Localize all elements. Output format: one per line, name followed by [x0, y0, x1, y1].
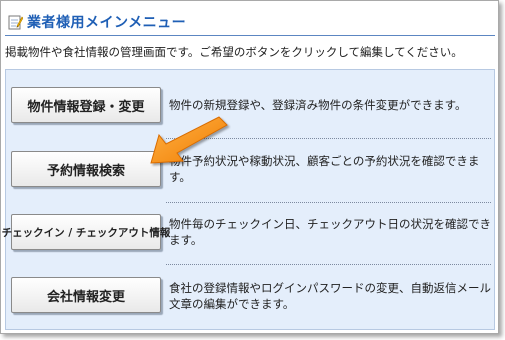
company-info-description-line1: 食社の登録情報やログインパスワードの変更、自動返信メール — [169, 281, 491, 295]
notepad-pencil-icon — [8, 14, 24, 30]
page-title: 業者様用メインメニュー — [27, 15, 187, 31]
checkin-checkout-button[interactable]: チェックイン / チェックアウト情報 — [2, 214, 170, 250]
company-info-button[interactable]: 会社情報変更 — [11, 277, 161, 313]
menu-panel: 物件情報登録・変更 物件の新規登録や、登録済み物件の条件変更ができます。 予約情… — [2, 69, 495, 330]
company-info-description-line2: 文章の編集ができます。 — [169, 297, 295, 311]
menu-row-company: 会社情報変更 食社の登録情報やログインパスワードの変更、自動返信メール 文章の編… — [11, 277, 491, 317]
menu-row-property: 物件情報登録・変更 物件の新規登録や、登録済み物件の条件変更ができます。 — [11, 87, 491, 127]
property-register-button[interactable]: 物件情報登録・変更 — [11, 87, 161, 123]
company-info-description: 食社の登録情報やログインパスワードの変更、自動返信メール 文章の編集ができます。 — [169, 277, 499, 316]
pointer-arrow-icon — [150, 116, 228, 164]
reservation-search-button[interactable]: 予約情報検索 — [11, 151, 161, 187]
menu-row-checkin: チェックイン / チェックアウト情報 物件毎のチェックイン日、チェックアウト日の… — [2, 214, 491, 254]
title-divider — [5, 35, 495, 36]
checkin-checkout-description: 物件毎のチェックイン日、チェックアウト日の状況を確認できます。 — [169, 217, 491, 247]
menu-separator — [166, 202, 491, 203]
main-menu-window: 業者様用メインメニュー 掲載物件や食社情報の管理画面です。ご希望のボタンをクリッ… — [0, 0, 499, 334]
title-bar: 業者様用メインメニュー — [8, 11, 496, 33]
menu-row-reservation: 予約情報検索 物件予約状況や稼動状況、顧客ごとの予約状況を確認できます。 — [11, 151, 491, 191]
menu-separator — [166, 264, 491, 265]
intro-text: 掲載物件や食社情報の管理画面です。ご希望のボタンをクリックして編集してください。 — [5, 45, 463, 59]
